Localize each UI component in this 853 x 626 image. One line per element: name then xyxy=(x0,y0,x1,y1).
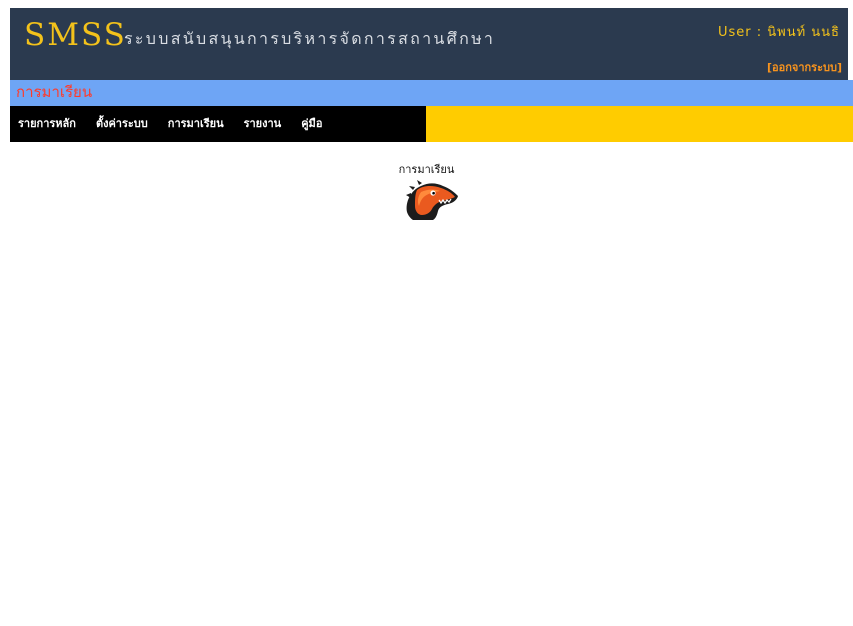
user-label: User : นิพนท์ นนธิ xyxy=(717,25,840,40)
mozilla-dinosaur-icon[interactable] xyxy=(403,178,461,222)
menu-item-attendance[interactable]: การมาเรียน xyxy=(160,117,236,131)
main-menu: รายการหลัก ตั้งค่าระบบ การมาเรียน รายงาน… xyxy=(10,106,426,142)
menu-item-main[interactable]: รายการหลัก xyxy=(10,117,88,131)
menu-item-reports[interactable]: รายงาน xyxy=(236,117,294,131)
menu-bar: รายการหลัก ตั้งค่าระบบ การมาเรียน รายงาน… xyxy=(10,106,853,142)
page-title: การมาเรียน xyxy=(16,83,93,101)
logout-link[interactable]: [ออกจากระบบ] xyxy=(767,61,842,75)
app-subtitle: ระบบสนับสนุนการบริหารจัดการสถานศึกษา xyxy=(124,29,496,48)
menu-item-settings[interactable]: ตั้งค่าระบบ xyxy=(88,117,160,131)
header: SMSS ระบบสนับสนุนการบริหารจัดการสถานศึกษ… xyxy=(10,8,848,80)
content-title: การมาเรียน xyxy=(398,163,455,176)
page-title-bar: การมาเรียน xyxy=(10,80,853,106)
app-logo: SMSS xyxy=(24,17,127,53)
menu-item-manual[interactable]: คู่มือ xyxy=(293,117,334,131)
